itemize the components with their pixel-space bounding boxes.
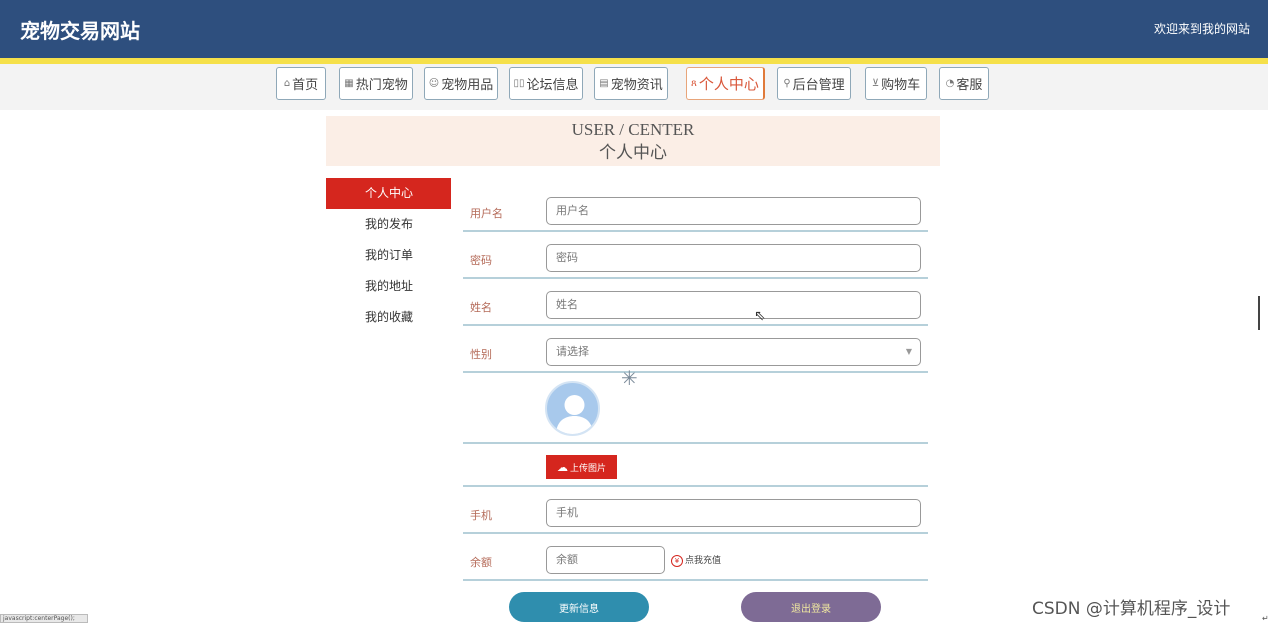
- smile-icon: ☺: [428, 78, 440, 89]
- banner-title-en: USER / CENTER: [571, 120, 695, 139]
- cart-icon: ⊻: [871, 78, 880, 89]
- password-input[interactable]: 密码: [546, 244, 921, 272]
- gender-select[interactable]: 请选择 ▼: [546, 338, 921, 366]
- nav-label: 宠物资讯: [610, 78, 663, 93]
- sidebar: 个人中心 我的发布 我的订单 我的地址 我的收藏: [326, 178, 451, 333]
- avatar[interactable]: [545, 381, 600, 436]
- site-title[interactable]: 宠物交易网站: [20, 15, 140, 44]
- recharge-label: 点我充值: [685, 556, 722, 566]
- sidebar-item-user-center[interactable]: 个人中心: [326, 178, 451, 209]
- welcome-text: 欢迎来到我的网站: [1153, 22, 1250, 36]
- update-info-button[interactable]: 更新信息: [509, 592, 649, 622]
- nav-home[interactable]: ⌂ 首页: [276, 67, 326, 100]
- form-row-password: 密码 密码: [463, 232, 928, 279]
- recharge-link[interactable]: ¥ 点我充值: [671, 553, 721, 567]
- banner-title-cn: 个人中心: [599, 143, 667, 162]
- nav-forum[interactable]: ▯▯ 论坛信息: [509, 67, 583, 100]
- form-row-upload: ☁ 上传图片: [463, 444, 928, 487]
- balance-label: 余额: [470, 556, 492, 569]
- upload-image-button[interactable]: ☁ 上传图片: [546, 455, 617, 479]
- form-row-phone: 手机 手机: [463, 487, 928, 534]
- logout-button[interactable]: 退出登录: [741, 592, 881, 622]
- home-icon: ⌂: [283, 78, 291, 89]
- return-mark-icon: ↵: [1262, 614, 1268, 623]
- loading-spinner-icon: ✳: [621, 366, 638, 390]
- username-input[interactable]: 用户名: [546, 197, 921, 225]
- sidebar-item-my-orders[interactable]: 我的订单: [326, 240, 451, 271]
- nav-label: 首页: [292, 78, 319, 93]
- nav-label: 宠物用品: [441, 78, 494, 93]
- grid-icon: ▦: [344, 78, 354, 89]
- form-row-balance: 余额 余额 ¥ 点我充值: [463, 534, 928, 581]
- password-label: 密码: [470, 254, 492, 267]
- nav-admin[interactable]: ⚲ 后台管理: [777, 67, 851, 100]
- name-label: 姓名: [470, 301, 492, 314]
- balance-input[interactable]: 余额: [546, 546, 665, 574]
- form-row-avatar: ✳: [463, 366, 928, 444]
- cloud-upload-icon: ☁: [556, 460, 568, 474]
- phone-label: 手机: [470, 509, 492, 522]
- main-nav: ⌂ 首页 ▦ 热门宠物 ☺ 宠物用品 ▯▯ 论坛信息 ▤ 宠物资讯 ጸ 个人中心 ⚲ 后台管理…: [0, 64, 1268, 110]
- nav-label: 购物车: [881, 78, 921, 93]
- form-row-name: 姓名 姓名: [463, 279, 928, 326]
- link-icon: ⚲: [783, 78, 791, 89]
- gender-select-value: 请选择: [556, 345, 589, 358]
- gender-label: 性别: [470, 348, 492, 361]
- headset-icon: ◔: [945, 78, 955, 89]
- username-label: 用户名: [470, 207, 503, 220]
- nav-cart[interactable]: ⊻ 购物车: [865, 67, 927, 100]
- news-icon: ▤: [599, 78, 609, 89]
- nav-label: 热门宠物: [355, 78, 408, 93]
- nav-label: 后台管理: [792, 78, 845, 93]
- chevron-down-icon: ▼: [905, 347, 912, 356]
- phone-input[interactable]: 手机: [546, 499, 921, 527]
- watermark: CSDN @计算机程序_设计: [1032, 599, 1231, 619]
- nav-label: 论坛信息: [526, 78, 579, 93]
- top-header: 宠物交易网站 欢迎来到我的网站: [0, 0, 1268, 58]
- nav-service[interactable]: ◔ 客服: [939, 67, 989, 100]
- sidebar-item-my-favorites[interactable]: 我的收藏: [326, 302, 451, 333]
- page-banner: USER / CENTER 个人中心: [326, 116, 940, 166]
- form-row-username: 用户名 用户名: [463, 185, 928, 232]
- status-bar-url: javascript:centerPage();: [0, 614, 88, 623]
- upload-button-label: 上传图片: [569, 463, 606, 474]
- mouse-cursor-icon: ⇖: [754, 308, 766, 324]
- nav-label: 个人中心: [698, 75, 759, 93]
- yen-icon: ¥: [671, 555, 683, 567]
- nav-pet-supplies[interactable]: ☺ 宠物用品: [424, 67, 498, 100]
- text-caret: [1258, 296, 1260, 330]
- nav-pet-news[interactable]: ▤ 宠物资讯: [594, 67, 668, 100]
- nav-user-center[interactable]: ጸ 个人中心: [686, 67, 765, 100]
- nav-hot-pets[interactable]: ▦ 热门宠物: [339, 67, 413, 100]
- user-icon: ጸ: [691, 78, 697, 89]
- name-input[interactable]: 姓名: [546, 291, 921, 319]
- avatar-person-icon: [556, 395, 593, 434]
- sidebar-item-my-posts[interactable]: 我的发布: [326, 209, 451, 240]
- nav-label: 客服: [956, 78, 983, 93]
- sidebar-item-my-address[interactable]: 我的地址: [326, 271, 451, 302]
- form-row-gender: 性别 请选择 ▼: [463, 326, 928, 373]
- book-icon: ▯▯: [513, 78, 525, 89]
